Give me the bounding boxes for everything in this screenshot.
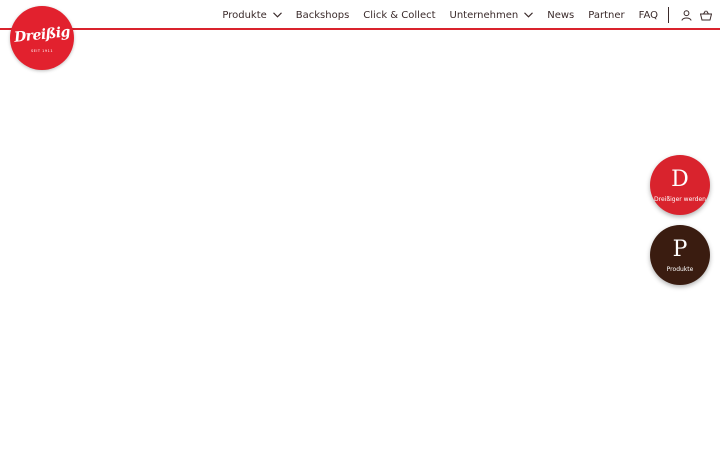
fab-label: Dreißiger werden — [654, 196, 706, 203]
nav-item-label: Backshops — [295, 9, 350, 21]
logo-wordmark: Dreißig — [13, 24, 71, 46]
nav-item-news[interactable]: News — [547, 10, 574, 21]
main-nav: Produkte Backshops Click & Collect Unter… — [222, 0, 712, 30]
top-navigation-bar: Produkte Backshops Click & Collect Unter… — [0, 0, 720, 30]
nav-divider — [668, 7, 669, 23]
nav-item-label: Click & Collect — [363, 9, 436, 21]
user-icon[interactable] — [681, 9, 692, 21]
nav-item-produkte[interactable]: Produkte — [222, 9, 282, 21]
nav-item-click-collect[interactable]: Click & Collect — [363, 10, 435, 21]
nav-item-unternehmen[interactable]: Unternehmen — [450, 10, 534, 21]
logo-est-text: SEIT 1911 — [30, 49, 54, 53]
brand-logo[interactable]: Dreißig SEIT 1911 — [10, 6, 74, 70]
dreissiger-werden-button[interactable]: D Dreißiger werden — [650, 155, 710, 215]
nav-item-label: Produkte — [222, 9, 267, 21]
nav-item-backshops[interactable]: Backshops — [296, 10, 350, 21]
fab-letter: D — [671, 167, 689, 192]
fab-label: Produkte — [666, 266, 694, 273]
basket-icon[interactable] — [700, 10, 712, 21]
chevron-down-icon — [272, 12, 282, 18]
produkte-button[interactable]: P Produkte — [650, 225, 710, 285]
chevron-down-icon — [524, 12, 534, 18]
nav-item-faq[interactable]: FAQ — [639, 10, 658, 21]
nav-item-label: FAQ — [638, 9, 658, 21]
nav-item-label: News — [547, 9, 575, 21]
nav-item-partner[interactable]: Partner — [588, 10, 624, 21]
fab-letter: P — [672, 237, 688, 262]
nav-item-label: Unternehmen — [449, 9, 519, 21]
nav-item-label: Partner — [588, 9, 625, 21]
